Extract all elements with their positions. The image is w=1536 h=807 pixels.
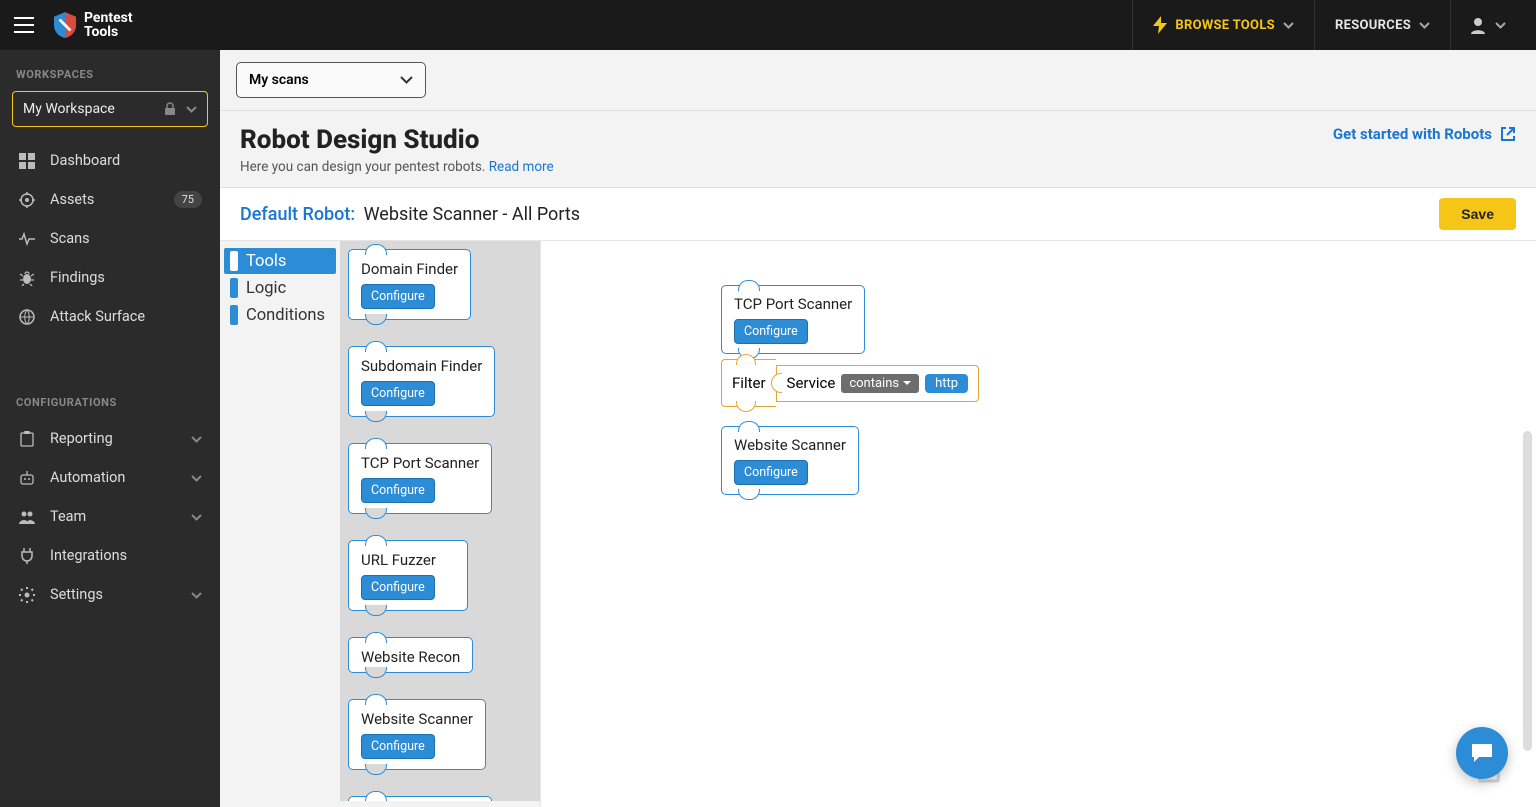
target-icon (19, 192, 35, 208)
tool-block[interactable]: Website Scanner Configure (348, 699, 486, 770)
team-icon (19, 510, 35, 524)
configure-button[interactable]: Configure (361, 734, 435, 759)
robot-header: Default Robot: Website Scanner - All Por… (220, 188, 1536, 241)
tool-block[interactable]: Subdomain Finder Configure (348, 346, 495, 417)
scans-select[interactable]: My scans (236, 62, 426, 98)
sidebar-item-reporting[interactable]: Reporting (0, 419, 220, 458)
sidebar-item-scans[interactable]: Scans (0, 219, 220, 258)
tool-block[interactable]: TCP Port Scanner Configure (348, 443, 492, 514)
http-chip[interactable]: http (925, 374, 968, 393)
resources-button[interactable]: RESOURCES (1314, 0, 1450, 50)
service-label: Service (787, 374, 836, 392)
sidebar-item-automation[interactable]: Automation (0, 458, 220, 497)
chevron-down-icon (1495, 22, 1506, 29)
canvas-scrollbar[interactable] (1523, 431, 1532, 751)
configure-button[interactable]: Configure (361, 284, 435, 309)
sidebar-item-settings[interactable]: Settings (0, 575, 220, 614)
sidebar-item-findings[interactable]: Findings (0, 258, 220, 297)
bolt-icon (1153, 16, 1167, 34)
save-button[interactable]: Save (1439, 198, 1516, 230)
tool-block[interactable]: URL Fuzzer Configure (348, 540, 468, 611)
configure-button[interactable]: Configure (361, 478, 435, 503)
browse-tools-button[interactable]: BROWSE TOOLS (1132, 0, 1314, 50)
robot-name: Website Scanner - All Ports (359, 204, 580, 225)
sidebar: WORKSPACES My Workspace Dashboard Assets… (0, 50, 220, 807)
shield-icon (54, 12, 76, 38)
chat-icon (1469, 741, 1495, 765)
sidebar-item-dashboard[interactable]: Dashboard (0, 141, 220, 180)
workspaces-label: WORKSPACES (0, 68, 220, 91)
chevron-down-icon (1419, 22, 1430, 29)
brand-text: Pentest Tools (84, 11, 133, 39)
brand-logo[interactable]: Pentest Tools (54, 11, 133, 39)
account-menu-button[interactable] (1450, 0, 1524, 50)
bug-icon (19, 270, 35, 286)
chevron-down-icon (191, 592, 202, 599)
caret-down-icon (903, 381, 911, 386)
read-more-link[interactable]: Read more (489, 159, 554, 175)
canvas-block-website-scanner[interactable]: Website Scanner Configure (721, 426, 859, 495)
block-palette: Tools Logic Conditions Domain Finder Con… (220, 241, 540, 807)
configurations-label: CONFIGURATIONS (0, 396, 220, 419)
globe-icon (19, 309, 35, 325)
grid-icon (19, 153, 35, 169)
topbar: My scans (220, 50, 1536, 111)
canvas-block-tcp-port-scanner[interactable]: TCP Port Scanner Configure (721, 285, 865, 354)
chevron-down-icon (186, 106, 197, 113)
workspace-selector[interactable]: My Workspace (12, 91, 208, 127)
plug-icon (20, 548, 34, 564)
palette-tab-conditions[interactable]: Conditions (224, 302, 336, 328)
configure-button[interactable]: Configure (361, 381, 435, 406)
assets-count-badge: 75 (174, 191, 202, 208)
robot-prefix: Default Robot: (240, 204, 355, 225)
robot-icon (19, 471, 35, 485)
tool-block[interactable]: Password Auditor (348, 796, 492, 801)
tool-block[interactable]: Website Recon (348, 637, 473, 673)
chevron-down-icon (191, 475, 202, 482)
sidebar-item-team[interactable]: Team (0, 497, 220, 536)
activity-icon (19, 231, 35, 247)
chevron-down-icon (1283, 22, 1294, 29)
configure-button[interactable]: Configure (734, 460, 808, 485)
palette-tab-tools[interactable]: Tools (224, 248, 336, 274)
page-subtitle: Here you can design your pentest robots.… (240, 159, 554, 175)
page-title-row: Robot Design Studio Here you can design … (220, 111, 1536, 188)
content-area: My scans Robot Design Studio Here you ca… (220, 50, 1536, 807)
sidebar-item-assets[interactable]: Assets 75 (0, 180, 220, 219)
get-started-link[interactable]: Get started with Robots (1333, 125, 1516, 143)
canvas-filter-block[interactable]: Filter Service contains http (721, 359, 979, 407)
app-header: Pentest Tools BROWSE TOOLS RESOURCES (0, 0, 1536, 50)
sidebar-item-attack-surface[interactable]: Attack Surface (0, 297, 220, 336)
sidebar-item-integrations[interactable]: Integrations (0, 536, 220, 575)
user-icon (1469, 16, 1487, 34)
design-canvas[interactable]: TCP Port Scanner Configure Filter Servic… (540, 241, 1536, 807)
configure-button[interactable]: Configure (361, 575, 435, 600)
filter-label: Filter (721, 359, 776, 407)
tool-block[interactable]: Domain Finder Configure (348, 249, 471, 320)
clipboard-icon (20, 431, 34, 447)
gear-icon (19, 587, 35, 603)
palette-tab-logic[interactable]: Logic (224, 275, 336, 301)
contains-dropdown[interactable]: contains (841, 374, 919, 393)
hamburger-menu-button[interactable] (12, 13, 36, 37)
lock-icon (164, 102, 176, 116)
chat-bubble-button[interactable] (1456, 727, 1508, 779)
palette-items-list[interactable]: Domain Finder Configure Subdomain Finder… (340, 241, 540, 801)
chevron-down-icon (191, 514, 202, 521)
chevron-down-icon (400, 76, 413, 84)
chevron-down-icon (191, 436, 202, 443)
external-link-icon (1500, 126, 1516, 142)
configure-button[interactable]: Configure (734, 319, 808, 344)
page-title: Robot Design Studio (240, 125, 554, 155)
